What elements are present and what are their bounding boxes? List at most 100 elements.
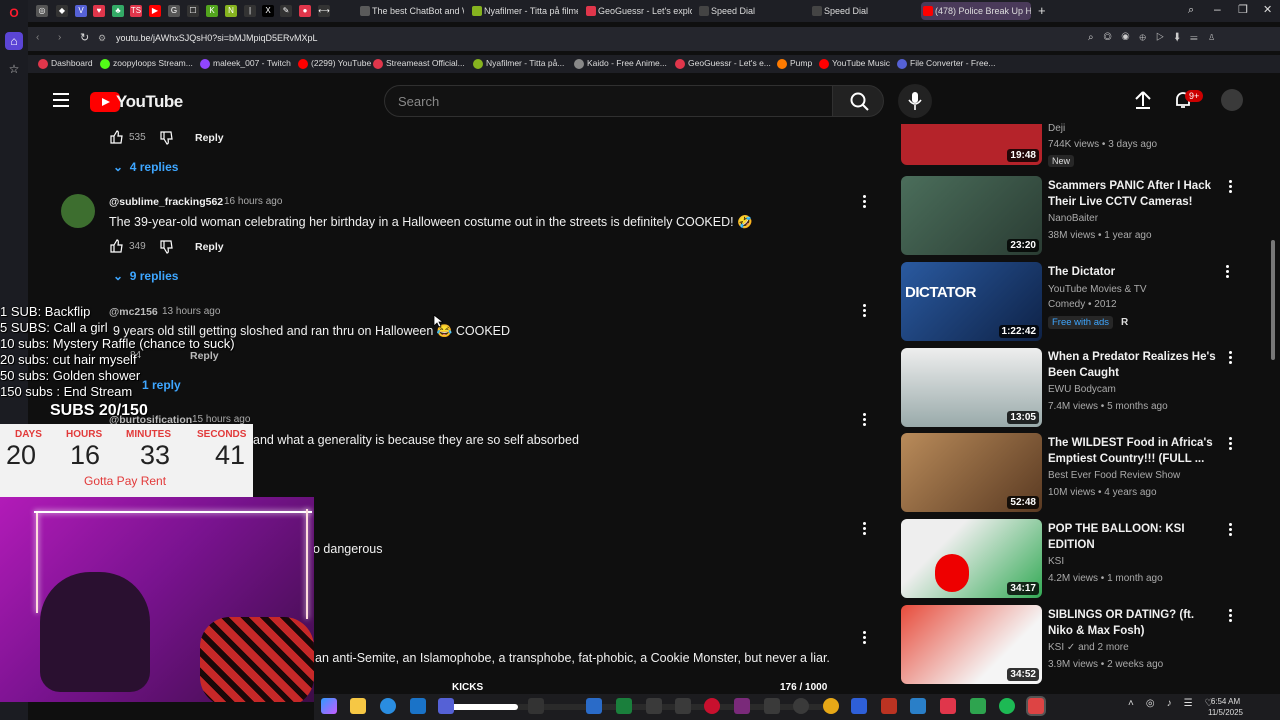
- pinned-tab-icon[interactable]: ◆: [56, 5, 68, 17]
- address-bar-tools[interactable]: ⌕◎◉⊕▷⬇☰♙: [1088, 32, 1226, 43]
- tab-search-icon[interactable]: ⌕: [1188, 4, 1194, 17]
- comment-menu-icon[interactable]: [863, 631, 867, 645]
- video-thumbnail[interactable]: 23:20: [901, 176, 1042, 255]
- video-menu-icon[interactable]: [1229, 180, 1233, 194]
- search-button[interactable]: [832, 85, 884, 117]
- channel-name[interactable]: EWU Bodycam: [1048, 384, 1116, 395]
- app-icon[interactable]: [734, 698, 750, 714]
- voice-search-button[interactable]: [898, 84, 932, 118]
- channel-name[interactable]: YouTube Movies & TV: [1048, 284, 1147, 295]
- map-pin-icon[interactable]: [881, 698, 897, 714]
- app-icon[interactable]: [646, 698, 662, 714]
- video-menu-icon[interactable]: [1229, 609, 1233, 623]
- maximize-button[interactable]: ❐: [1238, 3, 1248, 16]
- edge-icon[interactable]: [380, 698, 396, 714]
- video-title[interactable]: POP THE BALLOON: KSI EDITION: [1048, 521, 1218, 553]
- app-icon[interactable]: [586, 698, 602, 714]
- bookmark-item[interactable]: zoopyloops Stream...: [100, 58, 193, 69]
- avatar[interactable]: [1221, 89, 1243, 111]
- like-icon[interactable]: [109, 130, 123, 144]
- view-replies-button[interactable]: ⌄ 9 replies: [113, 269, 178, 283]
- channel-name[interactable]: KSI ✓ and 2 more: [1048, 642, 1129, 653]
- home-icon[interactable]: ⌂: [5, 32, 23, 50]
- discord-icon[interactable]: [438, 698, 454, 714]
- video-menu-icon[interactable]: [1229, 437, 1233, 451]
- tab-speed-dial[interactable]: Speed Dial: [810, 2, 918, 20]
- pinned-tab-icon[interactable]: ●: [299, 5, 311, 17]
- back-button[interactable]: ‹: [36, 32, 39, 43]
- app-icon[interactable]: [910, 698, 926, 714]
- spotify-icon[interactable]: [999, 698, 1015, 714]
- pinned-tab-icon[interactable]: |: [244, 5, 256, 17]
- dislike-icon[interactable]: [159, 131, 173, 145]
- reload-button[interactable]: ↻: [80, 31, 89, 44]
- app-icon[interactable]: [851, 698, 867, 714]
- video-menu-icon[interactable]: [1226, 265, 1230, 279]
- video-title[interactable]: Scammers PANIC After I Hack Their Live C…: [1048, 178, 1218, 210]
- close-window-button[interactable]: ✕: [1263, 3, 1272, 16]
- app-icon[interactable]: [970, 698, 986, 714]
- dislike-icon[interactable]: [159, 240, 173, 254]
- clock[interactable]: 6:54 AM 11/5/2025: [1208, 696, 1243, 718]
- bookmarks-icon[interactable]: ☆: [5, 60, 23, 78]
- comment-menu-icon[interactable]: [863, 304, 867, 318]
- comment-time[interactable]: 16 hours ago: [224, 196, 282, 207]
- reply-button[interactable]: Reply: [195, 241, 224, 253]
- app-icon[interactable]: [675, 698, 691, 714]
- bookmark-item[interactable]: Kaido - Free Anime...: [574, 58, 667, 69]
- video-thumbnail[interactable]: 34:52: [901, 605, 1042, 684]
- create-upload-button[interactable]: [1133, 90, 1153, 115]
- video-menu-icon[interactable]: [1229, 523, 1233, 537]
- speedometer-icon[interactable]: [793, 698, 809, 714]
- comment-menu-icon[interactable]: [863, 413, 867, 427]
- pinned-tab-icon[interactable]: ✎: [280, 5, 292, 17]
- app-icon[interactable]: [1028, 698, 1044, 714]
- app-icon[interactable]: [940, 698, 956, 714]
- video-title[interactable]: When a Predator Realizes He's Been Caugh…: [1048, 349, 1218, 381]
- bookmark-item[interactable]: Streameast Official...: [373, 58, 465, 69]
- comment-author[interactable]: @sublime_fracking562: [109, 196, 223, 208]
- pinned-tab-icon[interactable]: TS: [130, 5, 142, 17]
- tab-nyafilmer[interactable]: Nyafilmer - Titta på filmer: [470, 2, 578, 20]
- youtube-wordmark[interactable]: YouTube: [116, 92, 183, 112]
- pinned-tab-icon[interactable]: ♥: [93, 5, 105, 17]
- bookmark-item[interactable]: maleek_007 - Twitch: [200, 58, 291, 69]
- channel-name[interactable]: Best Ever Food Review Show: [1048, 470, 1180, 481]
- video-thumbnail[interactable]: DICTATOR 1:22:42: [901, 262, 1042, 341]
- minimize-button[interactable]: –: [1214, 2, 1221, 16]
- bookmark-item[interactable]: Nyafilmer - Titta på...: [473, 58, 564, 69]
- forward-button[interactable]: ›: [58, 32, 61, 43]
- channel-name[interactable]: KSI: [1048, 556, 1064, 567]
- avatar[interactable]: [61, 194, 95, 228]
- comment-menu-icon[interactable]: [863, 195, 867, 209]
- steam-icon[interactable]: [764, 698, 780, 714]
- pinned-tab-icon[interactable]: ☐: [187, 5, 199, 17]
- chrome-icon[interactable]: [823, 698, 839, 714]
- new-tab-button[interactable]: +: [1038, 3, 1046, 18]
- like-icon[interactable]: [109, 239, 123, 253]
- view-replies-button[interactable]: ⌄ 4 replies: [113, 160, 178, 174]
- opera-icon[interactable]: [704, 698, 720, 714]
- tab-speed-dial[interactable]: Speed Dial: [697, 2, 805, 20]
- comment-menu-icon[interactable]: [863, 522, 867, 536]
- bookmark-item[interactable]: Dashboard: [38, 58, 93, 69]
- video-menu-icon[interactable]: [1229, 351, 1233, 365]
- search-input[interactable]: Search: [384, 85, 833, 117]
- pinned-tab-icon[interactable]: ◎: [36, 5, 48, 17]
- video-thumbnail[interactable]: 19:48: [901, 124, 1042, 165]
- xbox-icon[interactable]: [616, 698, 632, 714]
- bookmark-item[interactable]: Pump: [777, 58, 812, 69]
- reply-button[interactable]: Reply: [195, 132, 224, 144]
- copilot-icon[interactable]: [321, 698, 337, 714]
- pinned-tab-icon[interactable]: ▶: [149, 5, 161, 17]
- site-info-icon[interactable]: ⚙: [98, 33, 106, 44]
- video-thumbnail[interactable]: 13:05: [901, 348, 1042, 427]
- pinned-tab-icon[interactable]: K: [206, 5, 218, 17]
- bookmark-item[interactable]: YouTube Music: [819, 58, 890, 69]
- pinned-tab-icon[interactable]: N: [225, 5, 237, 17]
- pinned-tab-icon[interactable]: V: [75, 5, 87, 17]
- video-title[interactable]: The Dictator: [1048, 264, 1218, 280]
- video-thumbnail[interactable]: 52:48: [901, 433, 1042, 512]
- scrollbar-thumb[interactable]: [1271, 240, 1275, 360]
- menu-icon[interactable]: [53, 93, 69, 107]
